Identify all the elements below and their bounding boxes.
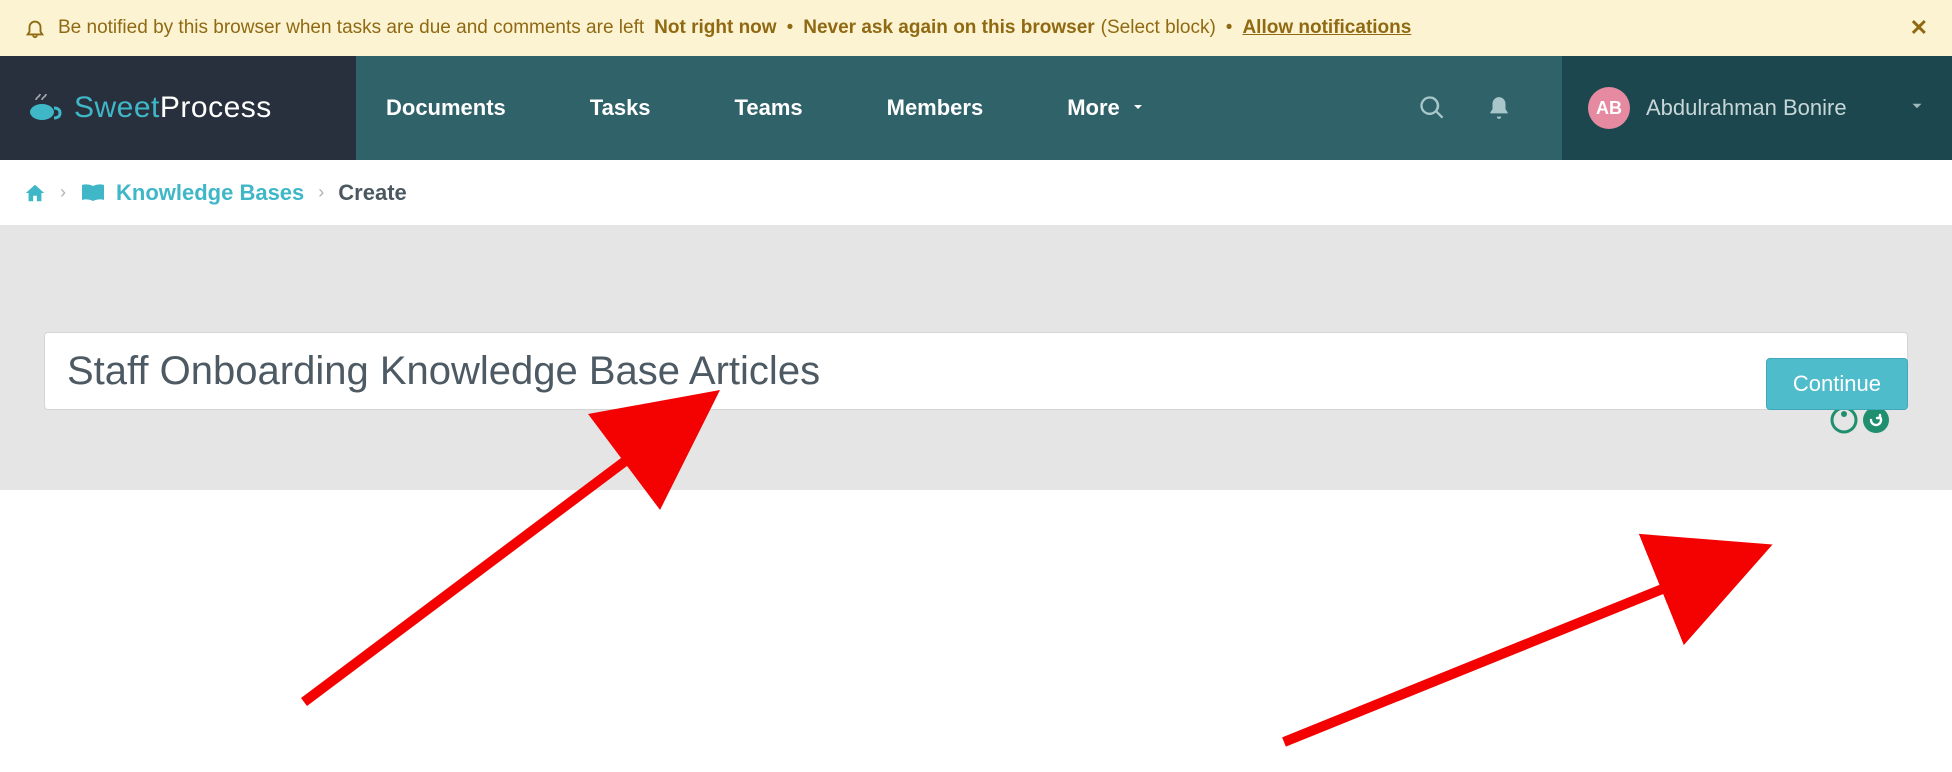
never-ask-link[interactable]: Never ask again on this browser bbox=[803, 17, 1094, 39]
breadcrumb-knowledge-bases[interactable]: Knowledge Bases bbox=[80, 180, 304, 206]
continue-button[interactable]: Continue bbox=[1766, 358, 1908, 410]
nav-tasks[interactable]: Tasks bbox=[590, 95, 651, 121]
nav-more-label: More bbox=[1067, 95, 1120, 121]
bell-icon[interactable] bbox=[1486, 95, 1512, 121]
annotation-arrow-2 bbox=[1244, 512, 1804, 772]
search-icon[interactable] bbox=[1418, 94, 1446, 122]
nav-links: Documents Tasks Teams Members More bbox=[356, 56, 1562, 160]
top-navigation: SweetProcess Documents Tasks Teams Membe… bbox=[0, 56, 1952, 160]
breadcrumb-separator: › bbox=[318, 182, 324, 203]
select-block-label: (Select block) bbox=[1101, 17, 1216, 39]
chevron-down-icon bbox=[1908, 95, 1926, 121]
not-right-now-link[interactable]: Not right now bbox=[654, 17, 776, 39]
nav-more[interactable]: More bbox=[1067, 95, 1146, 121]
breadcrumb-kb-label: Knowledge Bases bbox=[116, 180, 304, 206]
avatar: AB bbox=[1588, 87, 1630, 129]
close-icon[interactable]: ✕ bbox=[1910, 15, 1928, 41]
brand-sweet: Sweet bbox=[74, 91, 160, 125]
breadcrumb-current: Create bbox=[338, 180, 406, 206]
annotation-arrow-1 bbox=[264, 362, 764, 722]
brand-logo: SweetProcess bbox=[28, 91, 272, 125]
breadcrumb-separator: › bbox=[60, 182, 66, 203]
notification-separator: • bbox=[787, 17, 794, 39]
nav-members[interactable]: Members bbox=[887, 95, 984, 121]
bell-outline-icon bbox=[24, 17, 46, 39]
kb-title-input[interactable] bbox=[44, 332, 1908, 410]
notification-bar: Be notified by this browser when tasks a… bbox=[0, 0, 1952, 56]
nav-teams[interactable]: Teams bbox=[735, 95, 803, 121]
chevron-down-icon bbox=[1130, 95, 1146, 121]
notification-separator: • bbox=[1226, 17, 1233, 39]
notification-message: Be notified by this browser when tasks a… bbox=[58, 17, 644, 39]
breadcrumb: › Knowledge Bases › Create bbox=[0, 160, 1952, 226]
nav-documents[interactable]: Documents bbox=[386, 95, 506, 121]
create-form: + Continue bbox=[24, 252, 1928, 450]
home-icon[interactable] bbox=[24, 182, 46, 204]
user-menu[interactable]: AB Abdulrahman Bonire bbox=[1562, 56, 1952, 160]
user-name: Abdulrahman Bonire bbox=[1646, 95, 1847, 121]
grammarly-widget[interactable]: + bbox=[1830, 406, 1890, 434]
cup-icon bbox=[28, 94, 64, 122]
brand-block[interactable]: SweetProcess bbox=[0, 56, 356, 160]
book-icon bbox=[80, 183, 106, 203]
content-area: + Continue bbox=[0, 226, 1952, 490]
allow-notifications-link[interactable]: Allow notifications bbox=[1242, 17, 1411, 39]
brand-process: Process bbox=[160, 91, 272, 125]
